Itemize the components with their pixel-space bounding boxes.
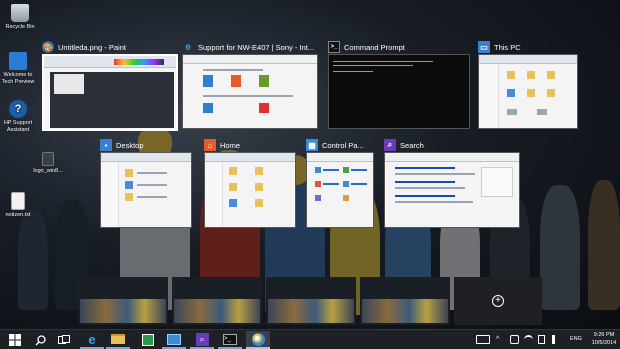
volume-icon[interactable] — [552, 335, 561, 344]
window-title: Command Prompt — [344, 42, 405, 52]
virtual-desktop-1[interactable] — [78, 277, 168, 325]
clock-date: 10/5/2014 — [591, 339, 617, 346]
hp-support-assistant[interactable]: ? HP Support Assistant — [0, 100, 36, 133]
window-paint[interactable]: 🎨 Untitleda.png - Paint — [42, 40, 178, 132]
recycle-bin[interactable]: Recycle Bin — [2, 4, 38, 31]
window-thumbnail — [100, 152, 192, 228]
window-title-bar: ⌂ Home — [204, 138, 240, 152]
window-title-bar: ⌕ Search — [384, 138, 424, 152]
internet-explorer-icon: e — [185, 41, 191, 53]
desktop-icon-label: logo_win8... — [33, 168, 63, 174]
battery-icon[interactable] — [538, 335, 545, 344]
logo-image-file[interactable]: logo_win8... — [30, 152, 66, 175]
window-title: Home — [220, 140, 241, 150]
task-view-button[interactable] — [52, 331, 76, 349]
search-button[interactable] — [28, 331, 52, 349]
window-title: Control Pa... — [322, 140, 364, 150]
window-title: This PC — [494, 42, 521, 52]
window-internet-explorer[interactable]: e Support for NW-E407 | Sony - Int... — [182, 40, 318, 130]
window-title: Search — [400, 140, 424, 150]
explorer-button[interactable] — [106, 331, 130, 349]
window-title-bar: >_ Command Prompt — [328, 40, 405, 54]
paint-icon: 🎨 — [42, 41, 54, 53]
virtual-desktop-4[interactable] — [360, 277, 450, 325]
network-icon[interactable] — [524, 335, 533, 344]
window-title: Desktop — [116, 140, 144, 150]
store-button[interactable] — [136, 331, 160, 349]
control-panel-icon: ▦ — [306, 139, 318, 151]
window-title-bar: ▭ This PC — [478, 40, 521, 54]
paint-icon — [251, 332, 265, 346]
welcome-icon — [9, 52, 27, 70]
image-file-icon — [42, 152, 54, 166]
welcome-to-tech-preview[interactable]: Welcome to Tech Preview — [0, 52, 36, 85]
task-view-icon — [58, 335, 70, 344]
clock-time: 9:26 PM — [593, 332, 615, 338]
clock[interactable]: 9:26 PM 10/5/2014 — [590, 332, 618, 347]
window-title-bar: ▪ Desktop — [100, 138, 144, 152]
window-this-pc[interactable]: ▭ This PC — [478, 40, 578, 130]
virtual-desktop-2[interactable] — [172, 277, 262, 325]
window-desktop-folder[interactable]: ▪ Desktop — [100, 138, 192, 228]
add-desktop-button[interactable]: + — [454, 277, 542, 325]
notification-icon[interactable] — [510, 335, 519, 344]
window-thumbnail — [478, 54, 578, 129]
window-title: Support for NW-E407 | Sony - Int... — [198, 42, 315, 52]
text-file-icon — [11, 192, 25, 210]
search-icon — [35, 334, 46, 345]
notizen-text-file[interactable]: notizen.txt — [0, 192, 36, 219]
file-explorer-icon — [111, 334, 125, 344]
control-panel-button[interactable] — [162, 331, 186, 349]
paint-button[interactable] — [246, 331, 270, 349]
desktop-icon-label: HP Support Assistant — [3, 120, 33, 133]
control-panel-icon — [167, 333, 181, 345]
window-search[interactable]: ⌕ Search — [384, 138, 520, 228]
command-prompt-icon: >_ — [328, 41, 340, 53]
start-button[interactable] — [3, 331, 27, 349]
store-icon — [142, 334, 154, 346]
search-app-icon: ⌕ — [384, 139, 396, 151]
window-thumbnail — [384, 152, 520, 228]
window-control-panel[interactable]: ▦ Control Pa... — [306, 138, 374, 228]
desktop-icon-label: Welcome to Tech Preview — [1, 72, 35, 85]
this-pc-icon: ▭ — [478, 41, 490, 53]
search-app-button[interactable]: ⌕ — [190, 331, 214, 349]
add-desktop-icon: + — [492, 295, 504, 307]
window-thumbnail — [306, 152, 374, 228]
help-icon: ? — [9, 100, 27, 118]
window-thumbnail — [204, 152, 296, 228]
taskbar: e ⌕ >_ ^ ENG 9:26 PM 10/5/2014 — [0, 329, 620, 349]
input-language[interactable]: ENG — [570, 336, 582, 342]
desktop-icon-label: Recycle Bin — [5, 24, 35, 30]
recycle-bin-icon — [11, 4, 29, 22]
windows-logo-icon — [9, 334, 21, 346]
ie-button[interactable]: e — [80, 331, 104, 349]
window-title-bar: e Support for NW-E407 | Sony - Int... — [182, 40, 314, 54]
window-thumbnail — [182, 54, 318, 129]
cmd-button[interactable]: >_ — [218, 331, 242, 349]
chevron-up-icon[interactable]: ^ — [496, 335, 505, 344]
window-title: Untitleda.png - Paint — [58, 42, 126, 52]
window-title-bar: 🎨 Untitleda.png - Paint — [42, 40, 126, 54]
window-home[interactable]: ⌂ Home — [204, 138, 296, 228]
virtual-desktop-3[interactable] — [266, 277, 356, 325]
window-command-prompt[interactable]: >_ Command Prompt — [328, 40, 470, 130]
window-thumbnail — [328, 54, 470, 129]
desktop-icon-label: notizen.txt — [5, 212, 31, 218]
keyboard-icon[interactable] — [476, 335, 490, 344]
command-prompt-icon: >_ — [223, 333, 237, 345]
search-app-icon: ⌕ — [195, 332, 209, 346]
window-thumbnail — [42, 54, 178, 131]
home-icon: ⌂ — [204, 139, 216, 151]
folder-desktop-icon: ▪ — [100, 139, 112, 151]
internet-explorer-icon: e — [88, 331, 96, 347]
window-title-bar: ▦ Control Pa... — [306, 138, 364, 152]
